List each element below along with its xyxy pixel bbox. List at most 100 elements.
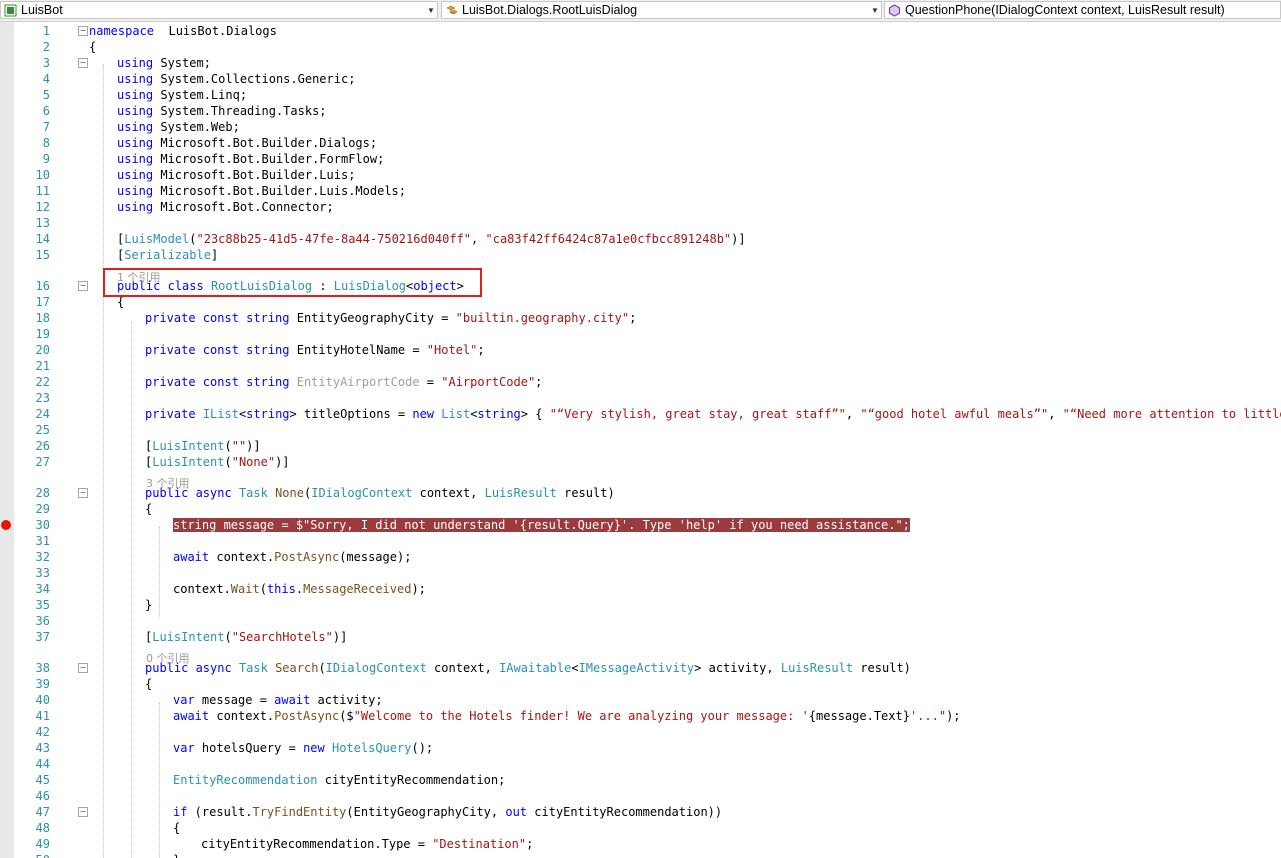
code-token: using [117, 56, 154, 70]
line-number: 6 [42, 104, 50, 118]
code-token: using [117, 72, 154, 86]
member-dropdown[interactable]: QuestionPhone(IDialogContext context, Lu… [884, 1, 1281, 19]
code-line[interactable]: 47 − if (result.TryFindEntity(EntityGeogra… [0, 804, 1281, 820]
collapse-toggle-icon[interactable]: − [78, 807, 88, 817]
reference-count[interactable]: 3 个引用 [146, 476, 190, 491]
code-line[interactable]: 4 using System.Collections.Generic; [0, 71, 1281, 87]
code-token: private const string [145, 343, 290, 357]
code-line[interactable]: 49 cityEntityRecommendation.Type = "Desti… [0, 836, 1281, 852]
code-token: await [173, 709, 210, 723]
line-number: 40 [35, 693, 50, 707]
code-line[interactable]: 40 var message = await activity; [0, 692, 1281, 708]
code-text: var hotelsQuery = new HotelsQuery(); [173, 740, 433, 756]
code-line[interactable]: 5 using System.Linq; [0, 87, 1281, 103]
code-token: "Welcome to the Hotels finder! We are an… [353, 709, 809, 723]
code-token: new [412, 407, 435, 421]
code-token: string [246, 407, 290, 421]
code-line[interactable]: 12 using Microsoft.Bot.Connector; [0, 199, 1281, 215]
code-token: = [419, 375, 442, 389]
code-line[interactable]: 39 { [0, 676, 1281, 692]
indent-guide [131, 322, 132, 858]
code-line[interactable]: 18 private const string EntityGeographyCi… [0, 310, 1281, 326]
code-line[interactable]: 33 [0, 565, 1281, 581]
code-line[interactable]: 8 using Microsoft.Bot.Builder.Dialogs; [0, 135, 1281, 151]
code-text: string message = $"Sorry, I did not unde… [173, 517, 910, 533]
code-token: hotelsQuery = [194, 741, 304, 755]
code-line[interactable]: 7 using System.Web; [0, 119, 1281, 135]
code-line[interactable]: 10 using Microsoft.Bot.Builder.Luis; [0, 167, 1281, 183]
code-line[interactable]: 32 await context.PostAsync(message); [0, 549, 1281, 565]
code-line[interactable]: 13 [0, 215, 1281, 231]
type-dropdown[interactable]: LuisBot.Dialogs.RootLuisDialog ▼ [441, 1, 882, 19]
code-token: using [117, 200, 154, 214]
code-line[interactable]: 19 [0, 326, 1281, 342]
chevron-down-icon[interactable]: ▼ [425, 6, 437, 15]
code-token: , [471, 232, 486, 246]
method-icon [889, 3, 900, 17]
code-line[interactable]: 37 [LuisIntent("SearchHotels")] [0, 629, 1281, 645]
code-line[interactable]: 36 [0, 613, 1281, 629]
code-text: private IList<string> titleOptions = new… [145, 406, 1281, 422]
code-line[interactable]: 1 − namespace LuisBot.Dialogs [0, 23, 1281, 39]
codelens-references[interactable]: 0 个引用 [0, 651, 1281, 666]
code-text: using System.Web; [117, 119, 240, 135]
code-line[interactable]: 14 [LuisModel("23c88b25-41d5-47fe-8a44-75… [0, 231, 1281, 247]
code-text: using System.Linq; [117, 87, 247, 103]
code-token: "" [231, 439, 247, 453]
code-line[interactable]: 34 context.Wait(this.MessageReceived); [0, 581, 1281, 597]
code-line[interactable]: 35} [0, 597, 1281, 613]
code-line[interactable]: 31 [0, 533, 1281, 549]
code-line[interactable]: 50} [0, 852, 1281, 858]
code-line[interactable]: 15 [Serializable] [0, 247, 1281, 263]
chevron-down-icon[interactable]: ▼ [869, 6, 881, 15]
line-number: 11 [35, 184, 50, 198]
code-line[interactable]: 41 await context.PostAsync($"Welcome to t… [0, 708, 1281, 724]
code-line[interactable]: 42 [0, 724, 1281, 740]
breakpoint-icon[interactable] [1, 520, 11, 530]
code-line[interactable]: 26 [LuisIntent("")] [0, 438, 1281, 454]
line-number: 39 [35, 677, 50, 691]
collapse-toggle-icon[interactable]: − [78, 58, 88, 68]
code-line[interactable]: 24 private IList<string> titleOptions = n… [0, 406, 1281, 422]
code-line[interactable]: 11 using Microsoft.Bot.Builder.Luis.Model… [0, 183, 1281, 199]
codelens-references[interactable]: 3 个引用 [0, 476, 1281, 491]
code-token: , [1048, 407, 1063, 421]
code-line[interactable]: 44 [0, 756, 1281, 772]
code-text: [LuisIntent("None")] [145, 454, 290, 470]
code-line[interactable]: 27 [LuisIntent("None")] [0, 454, 1281, 470]
code-line[interactable]: 6 using System.Threading.Tasks; [0, 103, 1281, 119]
code-line[interactable]: 46 [0, 788, 1281, 804]
annotation-highlight-box [103, 268, 482, 297]
project-dropdown[interactable]: LuisBot ▼ [0, 1, 438, 19]
code-line[interactable]: 3 − using System; [0, 55, 1281, 71]
code-line[interactable]: 22 private const string EntityAirportCode… [0, 374, 1281, 390]
line-number: 17 [35, 295, 50, 309]
code-token: if [173, 805, 188, 819]
collapse-toggle-icon[interactable]: − [78, 26, 88, 36]
code-line[interactable]: 45 EntityRecommendation cityEntityRecomme… [0, 772, 1281, 788]
code-line[interactable]: 30 string message = $"Sorry, I did not un… [0, 517, 1281, 533]
code-line[interactable]: 48 { [0, 820, 1281, 836]
code-token: "None" [231, 455, 276, 469]
code-token: "Hotel" [426, 343, 478, 357]
code-line[interactable]: 29 { [0, 501, 1281, 517]
code-token: Serializable [124, 248, 211, 262]
code-line[interactable]: 2{ [0, 39, 1281, 55]
code-token: Wait [230, 582, 260, 596]
code-token: ); [946, 709, 961, 723]
line-number: 8 [42, 136, 50, 150]
code-line[interactable]: 20 private const string EntityHotelName =… [0, 342, 1281, 358]
code-text: using Microsoft.Bot.Builder.FormFlow; [117, 151, 384, 167]
code-line[interactable]: 25 [0, 422, 1281, 438]
code-line[interactable]: 43 var hotelsQuery = new HotelsQuery(); [0, 740, 1281, 756]
code-editor[interactable]: 1− namespace LuisBot.Dialogs 2{3− using Sys… [0, 22, 1281, 858]
code-text: var message = await activity; [173, 692, 383, 708]
reference-count[interactable]: 0 个引用 [146, 651, 190, 666]
code-token: LuisIntent [152, 439, 225, 453]
indent-guide [103, 64, 104, 858]
code-line[interactable]: 9 using Microsoft.Bot.Builder.FormFlow; [0, 151, 1281, 167]
code-line[interactable]: 23 [0, 390, 1281, 406]
code-token: context. [209, 550, 275, 564]
code-line[interactable]: 21 [0, 358, 1281, 374]
